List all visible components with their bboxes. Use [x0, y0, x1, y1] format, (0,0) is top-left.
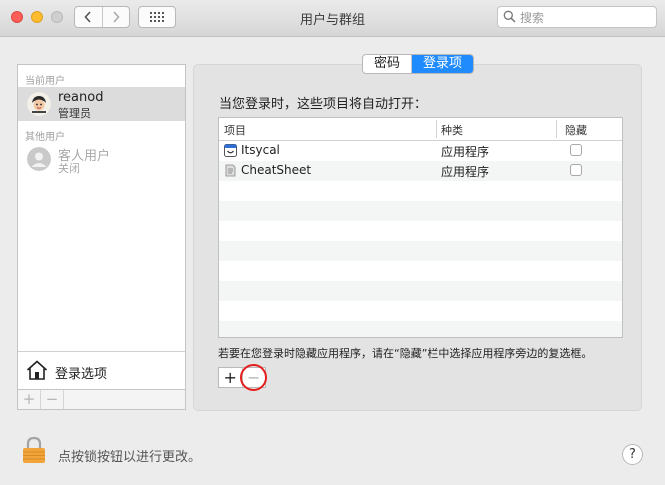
login-options-item[interactable]: 登录选项 [18, 351, 185, 389]
hide-hint-text: 若要在您登录时隐藏应用程序，请在“隐藏”栏中选择应用程序旁边的复选框。 [218, 347, 593, 360]
table-row[interactable]: Itsycal 应用程序 [219, 141, 622, 161]
search-icon [503, 10, 516, 23]
empty-row [219, 321, 622, 337]
remove-user-button[interactable]: − [41, 390, 64, 409]
house-icon [26, 360, 48, 380]
tab-login-items[interactable]: 登录项 [412, 55, 474, 73]
empty-row [219, 181, 622, 201]
login-items-toolbar: + − [218, 367, 266, 388]
user-role: 管理员 [58, 107, 91, 120]
tab-password[interactable]: 密码 [363, 55, 413, 73]
search-input[interactable] [518, 7, 656, 29]
empty-row [219, 221, 622, 241]
itsycal-calendar-icon [224, 144, 237, 157]
hide-checkbox[interactable] [570, 144, 582, 156]
column-header-hide[interactable]: 隐藏 [565, 122, 587, 138]
add-login-item-button[interactable]: + [219, 368, 243, 387]
login-items-heading: 当您登录时，这些项目将自动打开： [219, 97, 428, 112]
user-row-reanod[interactable]: reanod 管理员 [18, 87, 185, 121]
lock-icon[interactable] [22, 436, 46, 464]
login-item-name: CheatSheet [241, 163, 312, 177]
add-user-button[interactable]: + [18, 390, 41, 409]
empty-row [219, 281, 622, 301]
empty-row [219, 201, 622, 221]
other-users-header: 其他用户 [25, 132, 65, 143]
column-header-item[interactable]: 项目 [224, 122, 246, 138]
login-item-type: 应用程序 [441, 165, 490, 179]
user-list-toolbar: + − [17, 390, 186, 410]
column-divider [436, 120, 437, 138]
login-items-table: 项目 种类 隐藏 Itsycal 应用程序 CheatSheet 应用程序 [218, 117, 623, 338]
empty-row [219, 241, 622, 261]
guest-status: 关闭 [58, 162, 80, 175]
login-item-name: Itsycal [241, 143, 280, 157]
column-header-kind[interactable]: 种类 [441, 122, 463, 138]
empty-row [219, 261, 622, 281]
current-users-header: 当前用户 [25, 76, 65, 87]
cheatsheet-icon [225, 164, 236, 177]
user-list: 当前用户 reanod 管理员 其他用户 客人用户 关闭 登录选项 [17, 64, 186, 390]
empty-row [219, 301, 622, 321]
table-row[interactable]: CheatSheet 应用程序 [219, 161, 622, 181]
login-options-label: 登录选项 [55, 367, 108, 382]
user-avatar [27, 92, 51, 116]
user-row-guest[interactable]: 客人用户 关闭 [18, 142, 185, 176]
tab-control: 密码 登录项 [362, 54, 475, 74]
search-field[interactable] [497, 6, 657, 29]
remove-login-item-button[interactable]: − [243, 368, 266, 387]
login-item-type: 应用程序 [441, 145, 490, 159]
column-divider [556, 120, 557, 138]
hide-checkbox[interactable] [570, 164, 582, 176]
user-name: reanod [58, 90, 104, 105]
title-bar: 用户与群组 [0, 0, 665, 37]
table-header: 项目 种类 隐藏 [219, 118, 622, 141]
guest-avatar-icon [27, 147, 51, 171]
lock-message: 点按锁按钮以进行更改。 [58, 450, 202, 465]
help-button[interactable]: ? [622, 444, 643, 465]
